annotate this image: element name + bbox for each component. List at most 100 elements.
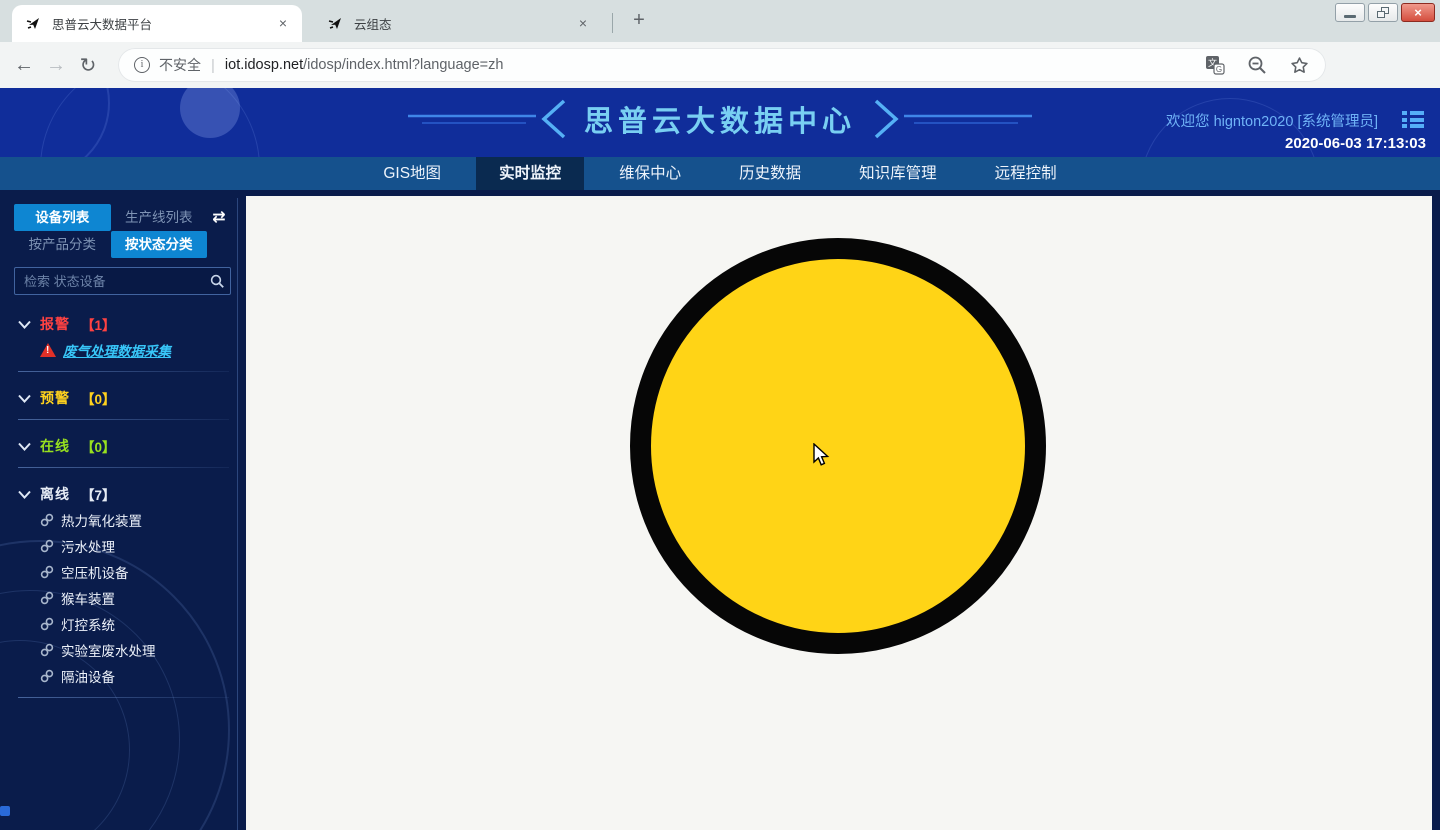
tab-title: 思普云大数据平台 (52, 14, 274, 33)
reload-button[interactable]: ↻ (72, 53, 104, 78)
group-count: 【1】 (81, 314, 116, 334)
nav-item-realtime-monitor[interactable]: 实时监控 (476, 157, 584, 190)
tree-item-offline-device[interactable]: 实验室废水处理 (18, 637, 229, 663)
window-controls: × (1335, 3, 1435, 22)
browser-tab-active[interactable]: 思普云大数据平台 × (12, 5, 302, 42)
tree-group-warning[interactable]: 预警 【0】 (18, 385, 229, 411)
nav-item-gis-map[interactable]: GIS地图 (360, 157, 464, 190)
title-flourish-left (408, 99, 568, 139)
url-host: iot.idosp.net (225, 57, 303, 73)
page-title: 思普云大数据中心 (584, 98, 856, 140)
unlink-icon (40, 539, 54, 553)
chevron-down-icon (18, 442, 31, 451)
window-close-button[interactable]: × (1401, 3, 1435, 22)
tab-divider (612, 13, 613, 33)
tree-item-offline-device[interactable]: 热力氧化装置 (18, 507, 229, 533)
browser-toolbar: ← → ↻ i 不安全 | iot.idosp.net /idosp/index… (0, 42, 1440, 88)
datetime-display: 2020-06-03 17:13:03 (1285, 135, 1426, 152)
unlink-icon (40, 565, 54, 579)
group-count: 【0】 (81, 436, 116, 456)
group-label: 报警 (40, 314, 70, 334)
site-favicon-icon (26, 16, 42, 32)
nav-item-history-data[interactable]: 历史数据 (716, 157, 824, 190)
tab-device-list[interactable]: 设备列表 (14, 204, 111, 231)
group-label: 离线 (40, 484, 70, 504)
tree-divider (18, 371, 229, 372)
tree-item-alarm-device[interactable]: 废气处理数据采集 (18, 337, 229, 363)
tree-divider (18, 419, 229, 420)
alarm-device-link[interactable]: 废气处理数据采集 (63, 340, 171, 360)
device-label[interactable]: 隔油设备 (61, 666, 115, 686)
device-label[interactable]: 猴车装置 (61, 588, 115, 608)
tree-item-offline-device[interactable]: 猴车装置 (18, 585, 229, 611)
browser-tab-inactive[interactable]: 云组态 × (316, 5, 602, 42)
site-favicon-icon (328, 16, 344, 32)
zoom-out-icon[interactable] (1247, 55, 1267, 75)
sidebar-list-tabs: 设备列表 生产线列表 ⇄ (14, 204, 231, 231)
address-bar[interactable]: i 不安全 | iot.idosp.net /idosp/index.html?… (118, 48, 1326, 82)
mouse-cursor (812, 443, 832, 467)
device-status-tree: 报警 【1】 废气处理数据采集 预警 【0】 (14, 295, 231, 698)
unlink-icon (40, 591, 54, 605)
group-label: 预警 (40, 388, 70, 408)
nav-item-maintenance-center[interactable]: 维保中心 (596, 157, 704, 190)
url-path: /idosp/index.html?language=zh (303, 57, 503, 73)
device-label[interactable]: 热力氧化装置 (61, 510, 142, 530)
tree-divider (18, 467, 229, 468)
tab-close-icon[interactable]: × (274, 15, 292, 33)
device-label[interactable]: 实验室废水处理 (61, 640, 156, 660)
tab-by-status[interactable]: 按状态分类 (111, 231, 208, 258)
user-role: [系统管理员] (1297, 114, 1378, 130)
welcome-prefix: 欢迎您 (1166, 114, 1210, 130)
device-label[interactable]: 灯控系统 (61, 614, 115, 634)
security-label: 不安全 (159, 55, 201, 75)
status-indicator-circle[interactable] (630, 238, 1046, 654)
unlink-icon (40, 513, 54, 527)
tree-divider (18, 697, 229, 698)
window-restore-button[interactable] (1368, 3, 1398, 22)
tree-group-alarm[interactable]: 报警 【1】 (18, 311, 229, 337)
tree-item-offline-device[interactable]: 污水处理 (18, 533, 229, 559)
search-icon[interactable] (210, 274, 224, 288)
tree-item-offline-device[interactable]: 隔油设备 (18, 663, 229, 689)
group-count: 【0】 (81, 388, 116, 408)
nav-item-remote-control[interactable]: 远程控制 (972, 157, 1080, 190)
tab-title: 云组态 (354, 14, 574, 33)
tab-production-line-list[interactable]: 生产线列表 (111, 204, 208, 231)
monitor-canvas (246, 196, 1432, 830)
translate-icon[interactable]: 文 G (1205, 55, 1225, 75)
welcome-text: 欢迎您 hignton2020 [系统管理员] (1166, 110, 1378, 131)
device-label[interactable]: 空压机设备 (61, 562, 129, 582)
chevron-down-icon (18, 394, 31, 403)
page-info-icon[interactable]: i (134, 57, 150, 73)
title-flourish-right (872, 99, 1032, 139)
tree-item-offline-device[interactable]: 灯控系统 (18, 611, 229, 637)
device-sidebar: 设备列表 生产线列表 ⇄ 按产品分类 按状态分类 (8, 198, 238, 830)
browser-tab-strip: 思普云大数据平台 × 云组态 × + × (0, 0, 1440, 42)
device-label[interactable]: 污水处理 (61, 536, 115, 556)
tab-close-icon[interactable]: × (574, 15, 592, 33)
group-count: 【7】 (81, 484, 116, 504)
unlink-icon (40, 643, 54, 657)
menu-list-icon[interactable] (1402, 111, 1424, 128)
new-tab-button[interactable]: + (626, 8, 652, 34)
device-search-input[interactable] (14, 267, 231, 295)
tree-group-offline[interactable]: 离线 【7】 (18, 481, 229, 507)
sidebar-filter-tabs: 按产品分类 按状态分类 (14, 231, 231, 258)
window-minimize-button[interactable] (1335, 3, 1365, 22)
url-separator: | (211, 57, 215, 74)
tree-group-online[interactable]: 在线 【0】 (18, 433, 229, 459)
swap-icon[interactable]: ⇄ (207, 204, 231, 231)
username[interactable]: hignton2020 (1214, 114, 1294, 130)
tree-item-offline-device[interactable]: 空压机设备 (18, 559, 229, 585)
chevron-down-icon (18, 490, 31, 499)
tab-by-product[interactable]: 按产品分类 (14, 231, 111, 258)
main-nav: GIS地图 实时监控 维保中心 历史数据 知识库管理 远程控制 (0, 157, 1440, 190)
forward-button[interactable]: → (40, 54, 72, 77)
bookmark-star-icon[interactable] (1289, 55, 1310, 76)
back-button[interactable]: ← (8, 54, 40, 77)
page-header: 思普云大数据中心 欢迎您 hignton2020 [系统管理员] 2020-06… (0, 88, 1440, 157)
page-root: 思普云大数据中心 欢迎您 hignton2020 [系统管理员] 2020-06… (0, 88, 1440, 830)
nav-item-knowledge-base[interactable]: 知识库管理 (836, 157, 960, 190)
svg-text:G: G (1216, 65, 1222, 74)
